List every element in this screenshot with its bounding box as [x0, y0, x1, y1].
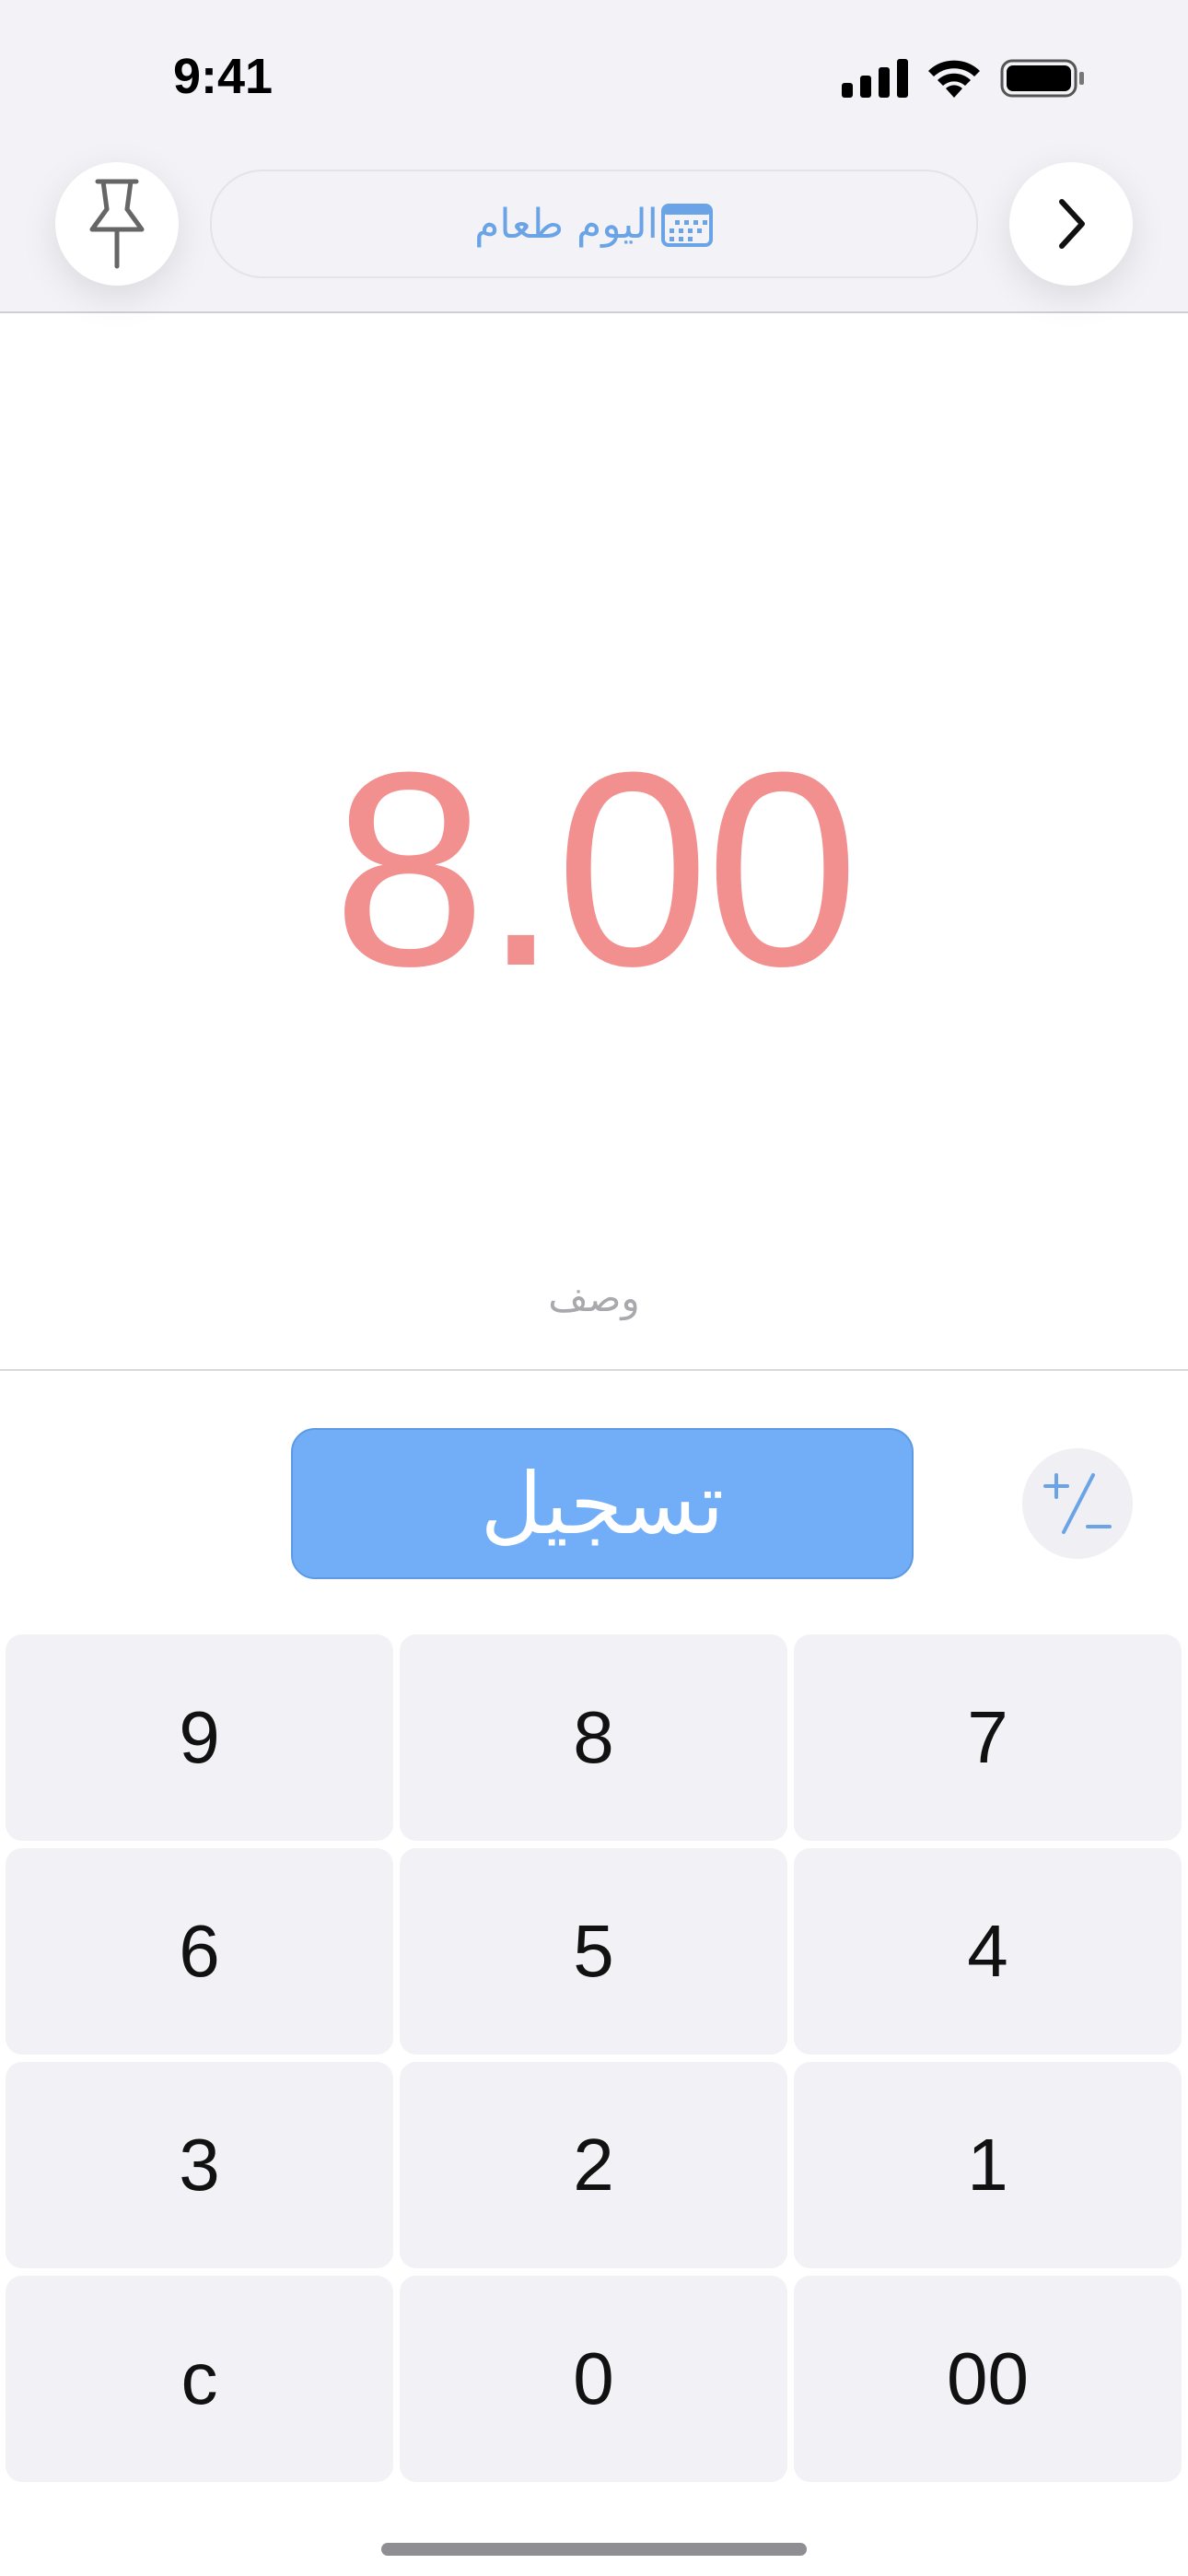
top-bar: 9:41 اليوم طعام: [0, 0, 1188, 313]
description-field[interactable]: وصف: [0, 1275, 1188, 1320]
key-3[interactable]: 3: [6, 2062, 393, 2268]
chevron-right-icon: [1059, 199, 1085, 249]
key-2[interactable]: 2: [400, 2062, 787, 2268]
key-5[interactable]: 5: [400, 1848, 787, 2055]
key-4[interactable]: 4: [794, 1848, 1182, 2055]
battery-icon: [1000, 59, 1084, 98]
key-6[interactable]: 6: [6, 1848, 393, 2055]
key-8[interactable]: 8: [400, 1634, 787, 1841]
pushpin-icon: [89, 179, 145, 269]
next-button[interactable]: [1009, 162, 1133, 286]
numeric-keypad: 9 8 7 6 5 4 3 2 1 c 0 00: [6, 1634, 1182, 2482]
cellular-signal-icon: [842, 59, 908, 98]
home-indicator[interactable]: [381, 2543, 807, 2556]
pin-button[interactable]: [55, 162, 179, 286]
date-category-selector[interactable]: اليوم طعام: [210, 170, 978, 278]
plus-minus-button[interactable]: [1022, 1448, 1133, 1559]
key-00[interactable]: 00: [794, 2276, 1182, 2482]
amount-display: 8.00: [332, 714, 859, 1024]
plus-minus-icon: [1043, 1473, 1112, 1534]
key-0[interactable]: 0: [400, 2276, 787, 2482]
key-clear[interactable]: c: [6, 2276, 393, 2482]
key-9[interactable]: 9: [6, 1634, 393, 1841]
status-time: 9:41: [173, 49, 274, 104]
divider: [0, 1369, 1188, 1371]
key-7[interactable]: 7: [794, 1634, 1182, 1841]
wifi-icon: [928, 60, 980, 98]
calendar-icon: [660, 204, 713, 247]
save-button[interactable]: تسجيل: [291, 1428, 914, 1579]
date-category-label: اليوم طعام: [474, 200, 658, 248]
status-icons: [838, 55, 1087, 101]
key-1[interactable]: 1: [794, 2062, 1182, 2268]
